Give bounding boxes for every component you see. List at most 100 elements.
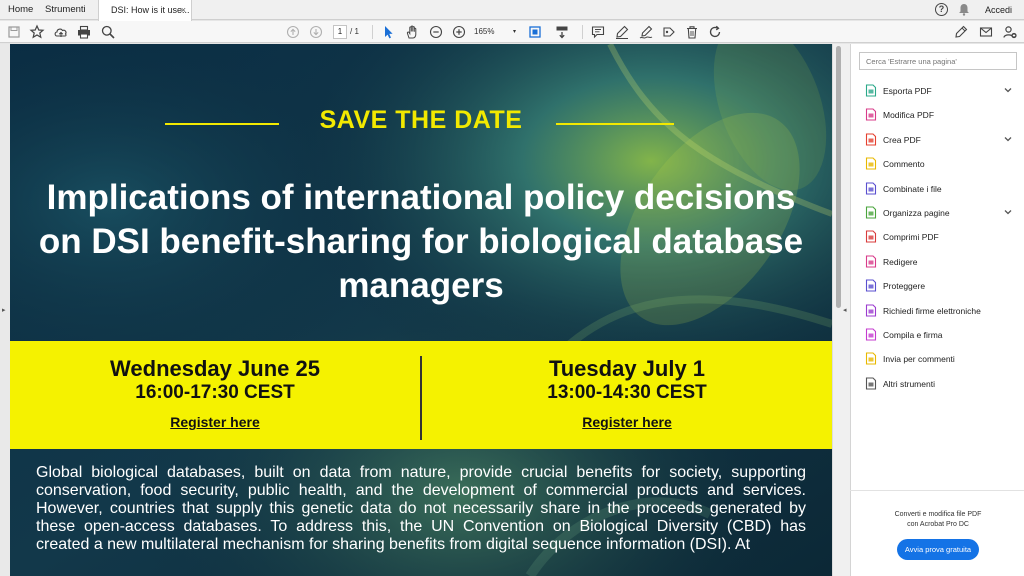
- combine-files-icon: [865, 182, 877, 195]
- upload-cloud-icon[interactable]: [53, 24, 69, 40]
- previous-page-icon[interactable]: [285, 24, 301, 40]
- tool-item-label: Esporta PDF: [883, 86, 932, 96]
- tool-item[interactable]: Invia per commenti: [863, 350, 1021, 368]
- event-title: Implications of international policy dec…: [38, 178, 804, 305]
- session-2-day: Tuesday July 1: [548, 356, 706, 381]
- highlight-pen-icon[interactable]: [614, 24, 630, 40]
- delete-trash-icon[interactable]: [684, 24, 700, 40]
- comment-icon[interactable]: [590, 24, 606, 40]
- chevron-down-icon: ▾: [512, 29, 516, 35]
- create-pdf-icon: [865, 133, 877, 146]
- tool-item[interactable]: Comprimi PDF: [863, 228, 1021, 246]
- redact-icon: [865, 255, 877, 268]
- document-viewport[interactable]: ▸ SAVE THE DATE Implications of internat…: [0, 44, 850, 576]
- tool-item-label: Modifica PDF: [883, 110, 935, 121]
- scrollbar-thumb[interactable]: [836, 46, 841, 308]
- tool-item[interactable]: Commento: [863, 155, 1021, 173]
- more-tools-icon: [865, 377, 877, 390]
- save-icon[interactable]: [6, 24, 22, 40]
- pdf-page: SAVE THE DATE Implications of internatio…: [10, 44, 832, 576]
- tool-item-label: Compila e firma: [883, 330, 943, 340]
- organize-pages-icon: [865, 206, 877, 219]
- sign-in-link[interactable]: Accedi: [985, 0, 1012, 20]
- fill-sign-pen-icon[interactable]: [953, 24, 969, 40]
- event-description: Global biological databases, built on da…: [36, 464, 806, 553]
- tool-item[interactable]: Compila e firma: [863, 326, 1021, 344]
- tool-item-label: Crea PDF: [883, 134, 921, 145]
- tool-item-label: Commento: [883, 159, 925, 170]
- zoom-level-value: 165%: [474, 27, 495, 36]
- tool-item[interactable]: Organizza pagine: [863, 204, 1021, 222]
- tool-item-label: Invia per commenti: [883, 354, 955, 365]
- promo-text: Converti e modifica file PDF: [894, 511, 982, 518]
- select-cursor-icon[interactable]: [380, 24, 396, 40]
- session-1-register-link[interactable]: Register here: [10, 413, 420, 431]
- close-tab-icon[interactable]: ×: [181, 0, 186, 20]
- chevron-down-icon[interactable]: [1003, 85, 1013, 95]
- session-1-day: Wednesday June 25: [110, 356, 320, 381]
- next-page-icon[interactable]: [308, 24, 324, 40]
- session-2-register-link[interactable]: Register here: [422, 413, 832, 431]
- save-the-date-heading: SAVE THE DATE: [319, 106, 523, 134]
- start-free-trial-button[interactable]: Avvia prova gratuita: [897, 539, 979, 560]
- expand-left-panel-icon[interactable]: ▸: [2, 306, 6, 314]
- session-1: Wednesday June 25 16:00-17:30 CEST Regis…: [10, 356, 420, 431]
- tool-item-label: Proteggere: [883, 281, 926, 292]
- tool-item-label: Comprimi PDF: [883, 232, 939, 243]
- hand-tool-icon[interactable]: [404, 24, 420, 40]
- tool-item[interactable]: Proteggere: [863, 277, 1021, 295]
- tool-item[interactable]: Redigere: [863, 253, 1021, 271]
- tool-item[interactable]: Esporta PDF: [863, 82, 1021, 100]
- rotate-icon[interactable]: [707, 24, 723, 40]
- tool-item[interactable]: Richiedi firme elettroniche: [863, 302, 1021, 320]
- toolbar: 1 / 1 165% ▾: [0, 21, 1024, 43]
- zoom-out-icon[interactable]: [428, 24, 444, 40]
- find-zoom-icon[interactable]: [100, 24, 116, 40]
- home-tab[interactable]: Home: [8, 0, 33, 20]
- scroll-mode-icon[interactable]: [554, 24, 570, 40]
- tool-item-label: Redigere: [883, 256, 918, 267]
- comment-icon: [865, 157, 877, 170]
- bell-icon[interactable]: [958, 3, 970, 16]
- toolbar-divider: [372, 25, 373, 39]
- chevron-down-icon[interactable]: [1003, 207, 1013, 217]
- tools-pane: Esporta PDF Modifica PDF Crea PDF Commento C…: [850, 44, 1024, 576]
- tool-item-label: Richiedi firme elettroniche: [883, 305, 981, 316]
- panel-divider: [850, 490, 1024, 491]
- share-user-icon[interactable]: [1002, 24, 1018, 40]
- fit-page-icon[interactable]: [527, 24, 543, 40]
- fill-sign-icon: [865, 328, 877, 341]
- page-total: / 1: [350, 27, 359, 36]
- document-tab[interactable]: DSI: How is it use... ×: [98, 0, 192, 21]
- tool-item[interactable]: Modifica PDF: [863, 106, 1021, 124]
- export-pdf-icon: [865, 84, 877, 97]
- promo-text-product: con Acrobat Pro DC: [907, 521, 969, 528]
- toolbar-divider: [582, 25, 583, 39]
- zoom-in-icon[interactable]: [451, 24, 467, 40]
- email-icon[interactable]: [978, 24, 994, 40]
- chevron-down-icon[interactable]: [1003, 134, 1013, 144]
- session-1-time: 16:00-17:30 CEST: [135, 382, 295, 403]
- tools-search-input[interactable]: [859, 52, 1017, 70]
- collapse-right-panel-icon[interactable]: ◂: [843, 306, 847, 314]
- tool-item[interactable]: Crea PDF: [863, 131, 1021, 149]
- vertical-scrollbar[interactable]: [832, 44, 850, 576]
- session-2-time: 13:00-14:30 CEST: [547, 382, 707, 403]
- edit-pdf-icon: [865, 108, 877, 121]
- tool-item[interactable]: Combinate i file: [863, 180, 1021, 198]
- tool-item[interactable]: Altri strumenti: [863, 375, 1021, 393]
- document-tab-label: DSI: How is it use...: [111, 5, 190, 15]
- protect-icon: [865, 279, 877, 292]
- stamp-icon[interactable]: [661, 24, 677, 40]
- print-icon[interactable]: [76, 24, 92, 40]
- request-signatures-icon: [865, 304, 877, 317]
- bookmark-star-icon[interactable]: [29, 24, 45, 40]
- help-icon[interactable]: ?: [935, 3, 948, 16]
- page-number-input[interactable]: 1: [333, 25, 347, 39]
- tool-item-label: Altri strumenti: [883, 378, 935, 389]
- sign-pen-icon[interactable]: [638, 24, 654, 40]
- tool-item-label: Combinate i file: [883, 183, 942, 194]
- tools-tab[interactable]: Strumenti: [45, 0, 86, 20]
- compress-pdf-icon: [865, 230, 877, 243]
- zoom-level-dropdown[interactable]: 165% ▾: [474, 25, 518, 39]
